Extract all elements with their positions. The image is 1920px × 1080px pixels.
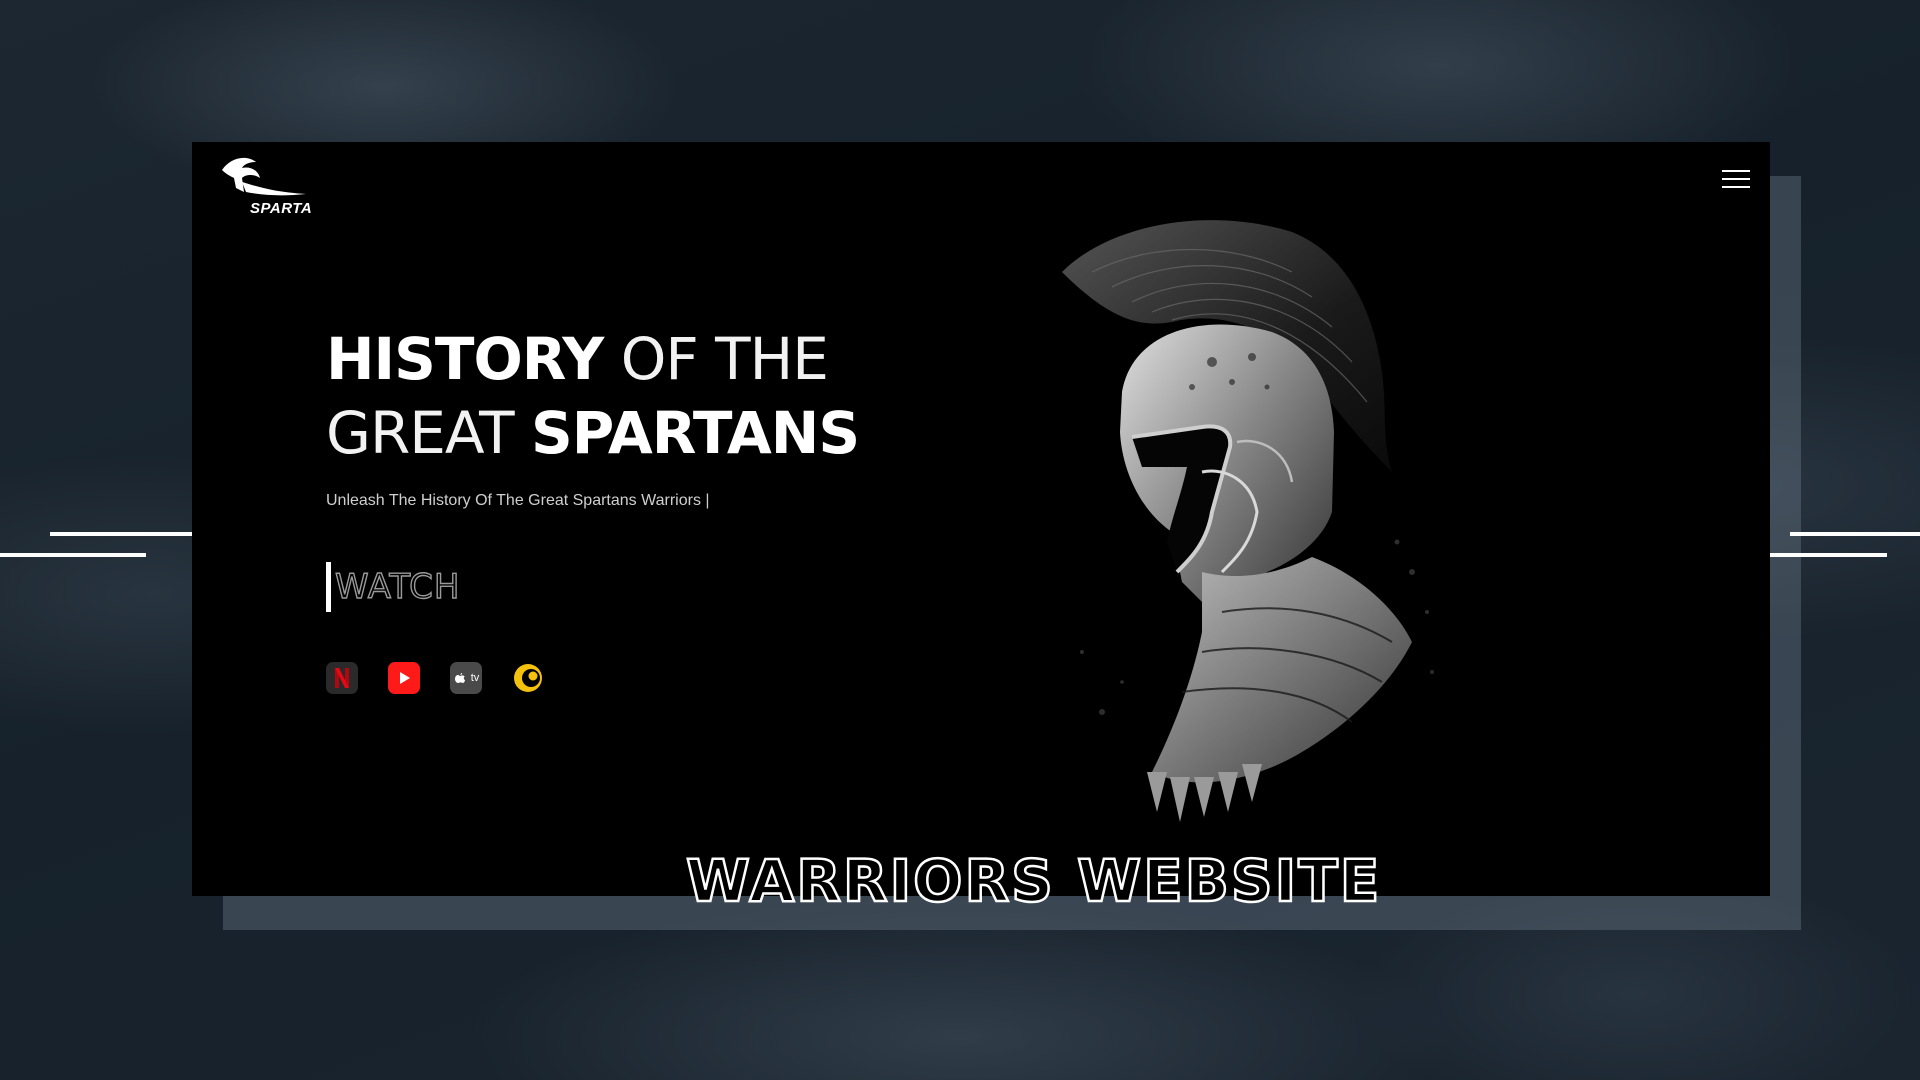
watch-label: WATCH <box>334 566 461 607</box>
footer-title: WARRIORS WEBSITE <box>685 846 1382 917</box>
left-divider-line-bottom <box>0 553 146 557</box>
hero-title: HISTORY OF THE GREAT SPARTANS <box>326 322 860 470</box>
spartan-warrior-illustration <box>1062 220 1434 822</box>
hero-title-line-1: HISTORY OF THE <box>326 322 859 396</box>
hamburger-menu-icon[interactable] <box>1722 170 1750 190</box>
hero-subtitle: Unleash The History Of The Great Spartan… <box>326 492 710 509</box>
hero-title-spartans: SPARTANS <box>530 399 860 467</box>
right-divider-line-bottom <box>1770 553 1887 557</box>
sparta-logo[interactable]: SPARTA <box>216 152 336 217</box>
website-mockup: SPARTA HISTORY OF THE GREAT SPARTANS Unl… <box>192 142 1770 896</box>
appletv-icon[interactable]: tv <box>450 662 482 694</box>
hero-title-great: GREAT <box>326 399 531 467</box>
hero-title-of-the: OF THE <box>603 325 829 393</box>
watch-accent-bar <box>326 562 331 612</box>
netflix-icon[interactable] <box>326 662 358 694</box>
appletv-label: tv <box>470 672 480 684</box>
crunchyroll-icon[interactable] <box>512 662 544 694</box>
streaming-platforms: tv <box>326 662 544 694</box>
right-divider-line-top <box>1790 532 1920 536</box>
logo-wordmark: SPARTA <box>250 200 313 217</box>
hero-title-history: HISTORY <box>326 325 604 393</box>
youtube-icon[interactable] <box>388 662 420 694</box>
left-divider-line-top <box>50 532 192 536</box>
hero-title-line-2: GREAT SPARTANS <box>326 396 860 470</box>
watch-button[interactable]: WATCH <box>326 562 460 612</box>
